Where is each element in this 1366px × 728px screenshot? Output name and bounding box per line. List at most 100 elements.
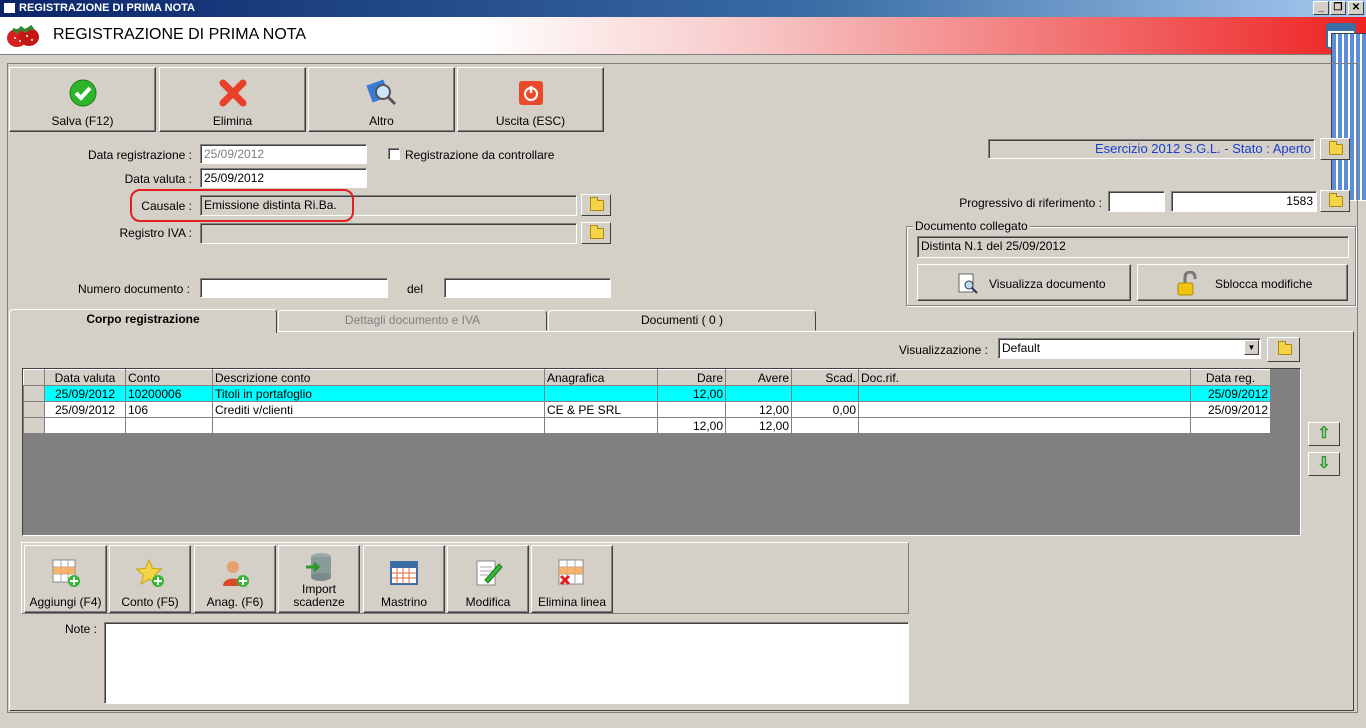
mastrino-button[interactable]: Mastrino bbox=[363, 545, 445, 613]
table-header-row: Data valuta Conto Descrizione conto Anag… bbox=[23, 369, 1271, 386]
visualizzazione-select[interactable]: Default ▼ bbox=[998, 338, 1261, 359]
table-cell[interactable]: 25/09/2012 bbox=[44, 401, 126, 418]
table-cell[interactable] bbox=[858, 401, 1191, 418]
highlight-circle bbox=[130, 189, 354, 222]
table-cell[interactable]: 10200006 bbox=[125, 385, 213, 402]
visualizzazione-folder-button[interactable] bbox=[1267, 337, 1300, 362]
note-textarea[interactable] bbox=[104, 622, 909, 704]
row-header[interactable] bbox=[23, 385, 45, 402]
table-cell[interactable] bbox=[858, 417, 1191, 434]
visualizza-documento-button[interactable]: Visualizza documento bbox=[917, 264, 1131, 301]
table-row[interactable]: 25/09/2012 106 Crediti v/clienti CE & PE… bbox=[23, 401, 1271, 418]
close-button[interactable]: ✕ bbox=[1348, 1, 1364, 15]
column-header[interactable]: Dare bbox=[657, 369, 726, 386]
table-cell[interactable] bbox=[791, 385, 859, 402]
row-header[interactable] bbox=[23, 401, 45, 418]
registro-iva-field[interactable] bbox=[200, 223, 577, 244]
causale-folder-button[interactable] bbox=[581, 194, 611, 216]
numero-documento-field[interactable] bbox=[200, 278, 388, 298]
document-search-icon bbox=[958, 273, 978, 294]
move-down-button[interactable]: ⇩ bbox=[1308, 452, 1340, 476]
table-cell[interactable]: CE & PE SRL bbox=[544, 401, 658, 418]
delete-button[interactable]: Elimina bbox=[159, 67, 306, 132]
table-cell[interactable]: 12,00 bbox=[725, 401, 792, 418]
add-user-icon bbox=[223, 561, 249, 587]
move-up-button[interactable]: ⇧ bbox=[1308, 422, 1340, 446]
exit-button[interactable]: Uscita (ESC) bbox=[457, 67, 604, 132]
aggiungi-button[interactable]: Aggiungi (F4) bbox=[24, 545, 107, 613]
modifica-button[interactable]: Modifica bbox=[447, 545, 529, 613]
tab-corpo-registrazione[interactable]: Corpo registrazione bbox=[9, 309, 277, 333]
table-cell[interactable]: 0,00 bbox=[791, 401, 859, 418]
table-cell[interactable] bbox=[725, 385, 792, 402]
table-cell[interactable] bbox=[791, 417, 859, 434]
progressivo-folder-button[interactable] bbox=[1320, 190, 1350, 212]
data-valuta-label: Data valuta : bbox=[124, 172, 192, 186]
del-date-field[interactable] bbox=[444, 278, 611, 298]
column-header[interactable]: Data valuta bbox=[44, 369, 126, 386]
table-cell[interactable] bbox=[44, 417, 126, 434]
total-dare: 12,00 bbox=[657, 417, 726, 434]
minimize-button[interactable]: _ bbox=[1313, 1, 1329, 15]
column-header[interactable]: Descrizione conto bbox=[212, 369, 545, 386]
import-scadenze-label: Import scadenze bbox=[279, 583, 359, 609]
restore-button[interactable]: ❐ bbox=[1330, 1, 1346, 15]
table-cell[interactable]: 25/09/2012 bbox=[1190, 385, 1271, 402]
progressivo-a-field[interactable] bbox=[1108, 191, 1165, 212]
table-row[interactable]: 25/09/2012 10200006 Titoli in portafogli… bbox=[23, 385, 1271, 402]
table-cell[interactable] bbox=[212, 417, 545, 434]
table-cell[interactable]: 25/09/2012 bbox=[1190, 401, 1271, 418]
data-registrazione-field[interactable]: 25/09/2012 bbox=[200, 144, 367, 164]
table-cell[interactable] bbox=[1190, 417, 1271, 434]
conto-button[interactable]: Conto (F5) bbox=[109, 545, 191, 613]
tab-dettagli-documento[interactable]: Dettagli documento e IVA bbox=[278, 310, 547, 331]
progressivo-label: Progressivo di riferimento : bbox=[959, 196, 1102, 210]
registro-iva-folder-button[interactable] bbox=[581, 222, 611, 244]
data-valuta-field[interactable]: 25/09/2012 bbox=[200, 168, 367, 188]
import-label-line2: scadenze bbox=[293, 595, 345, 609]
table-cell[interactable]: Titoli in portafoglio bbox=[212, 385, 545, 402]
column-header[interactable]: Anagrafica bbox=[544, 369, 658, 386]
table-totals-row[interactable]: 12,00 12,00 bbox=[23, 417, 1271, 434]
database-import-icon bbox=[306, 553, 331, 581]
strawberry-icon bbox=[7, 24, 39, 47]
star-icon bbox=[135, 558, 164, 587]
exit-button-label: Uscita (ESC) bbox=[495, 114, 566, 128]
table-cell[interactable] bbox=[858, 385, 1191, 402]
folder-icon bbox=[1278, 341, 1292, 355]
progressivo-b-field[interactable]: 1583 bbox=[1171, 191, 1317, 212]
edit-icon bbox=[476, 560, 503, 586]
entries-grid[interactable]: Data valuta Conto Descrizione conto Anag… bbox=[22, 368, 1301, 536]
column-header[interactable]: Data reg. bbox=[1190, 369, 1271, 386]
anag-button[interactable]: Anag. (F6) bbox=[194, 545, 276, 613]
column-header[interactable]: Conto bbox=[125, 369, 213, 386]
table-cell[interactable]: 25/09/2012 bbox=[44, 385, 126, 402]
table-cell[interactable] bbox=[544, 417, 658, 434]
sblocca-modifiche-button[interactable]: Sblocca modifiche bbox=[1137, 264, 1348, 301]
table-cell[interactable]: 106 bbox=[125, 401, 213, 418]
column-header[interactable]: Avere bbox=[725, 369, 792, 386]
elimina-linea-button[interactable]: Elimina linea bbox=[531, 545, 613, 613]
table-cell[interactable]: 12,00 bbox=[657, 385, 726, 402]
table-cell[interactable]: Crediti v/clienti bbox=[212, 401, 545, 418]
da-controllare-checkbox[interactable] bbox=[388, 148, 400, 160]
esercizio-folder-button[interactable] bbox=[1320, 138, 1350, 160]
import-scadenze-button[interactable]: Import scadenze bbox=[278, 545, 360, 613]
tab-documenti[interactable]: Documenti ( 0 ) bbox=[548, 310, 816, 331]
note-label: Note : bbox=[64, 622, 97, 636]
chevron-down-icon[interactable]: ▼ bbox=[1244, 340, 1259, 355]
row-header[interactable] bbox=[23, 417, 45, 434]
table-cell[interactable] bbox=[125, 417, 213, 434]
folder-icon bbox=[590, 225, 604, 239]
table-cell[interactable] bbox=[544, 385, 658, 402]
elimina-linea-label: Elimina linea bbox=[537, 595, 607, 609]
other-button[interactable]: Altro bbox=[308, 67, 455, 132]
column-header[interactable]: Doc.rif. bbox=[858, 369, 1191, 386]
calendar-icon[interactable] bbox=[1326, 23, 1366, 201]
column-header[interactable]: Scad. bbox=[791, 369, 859, 386]
lock-icon bbox=[1177, 271, 1197, 296]
table-cell[interactable] bbox=[657, 401, 726, 418]
save-button[interactable]: Salva (F12) bbox=[9, 67, 156, 132]
tab-documenti-label: Documenti ( 0 ) bbox=[640, 313, 724, 327]
folder-icon bbox=[1329, 141, 1343, 155]
